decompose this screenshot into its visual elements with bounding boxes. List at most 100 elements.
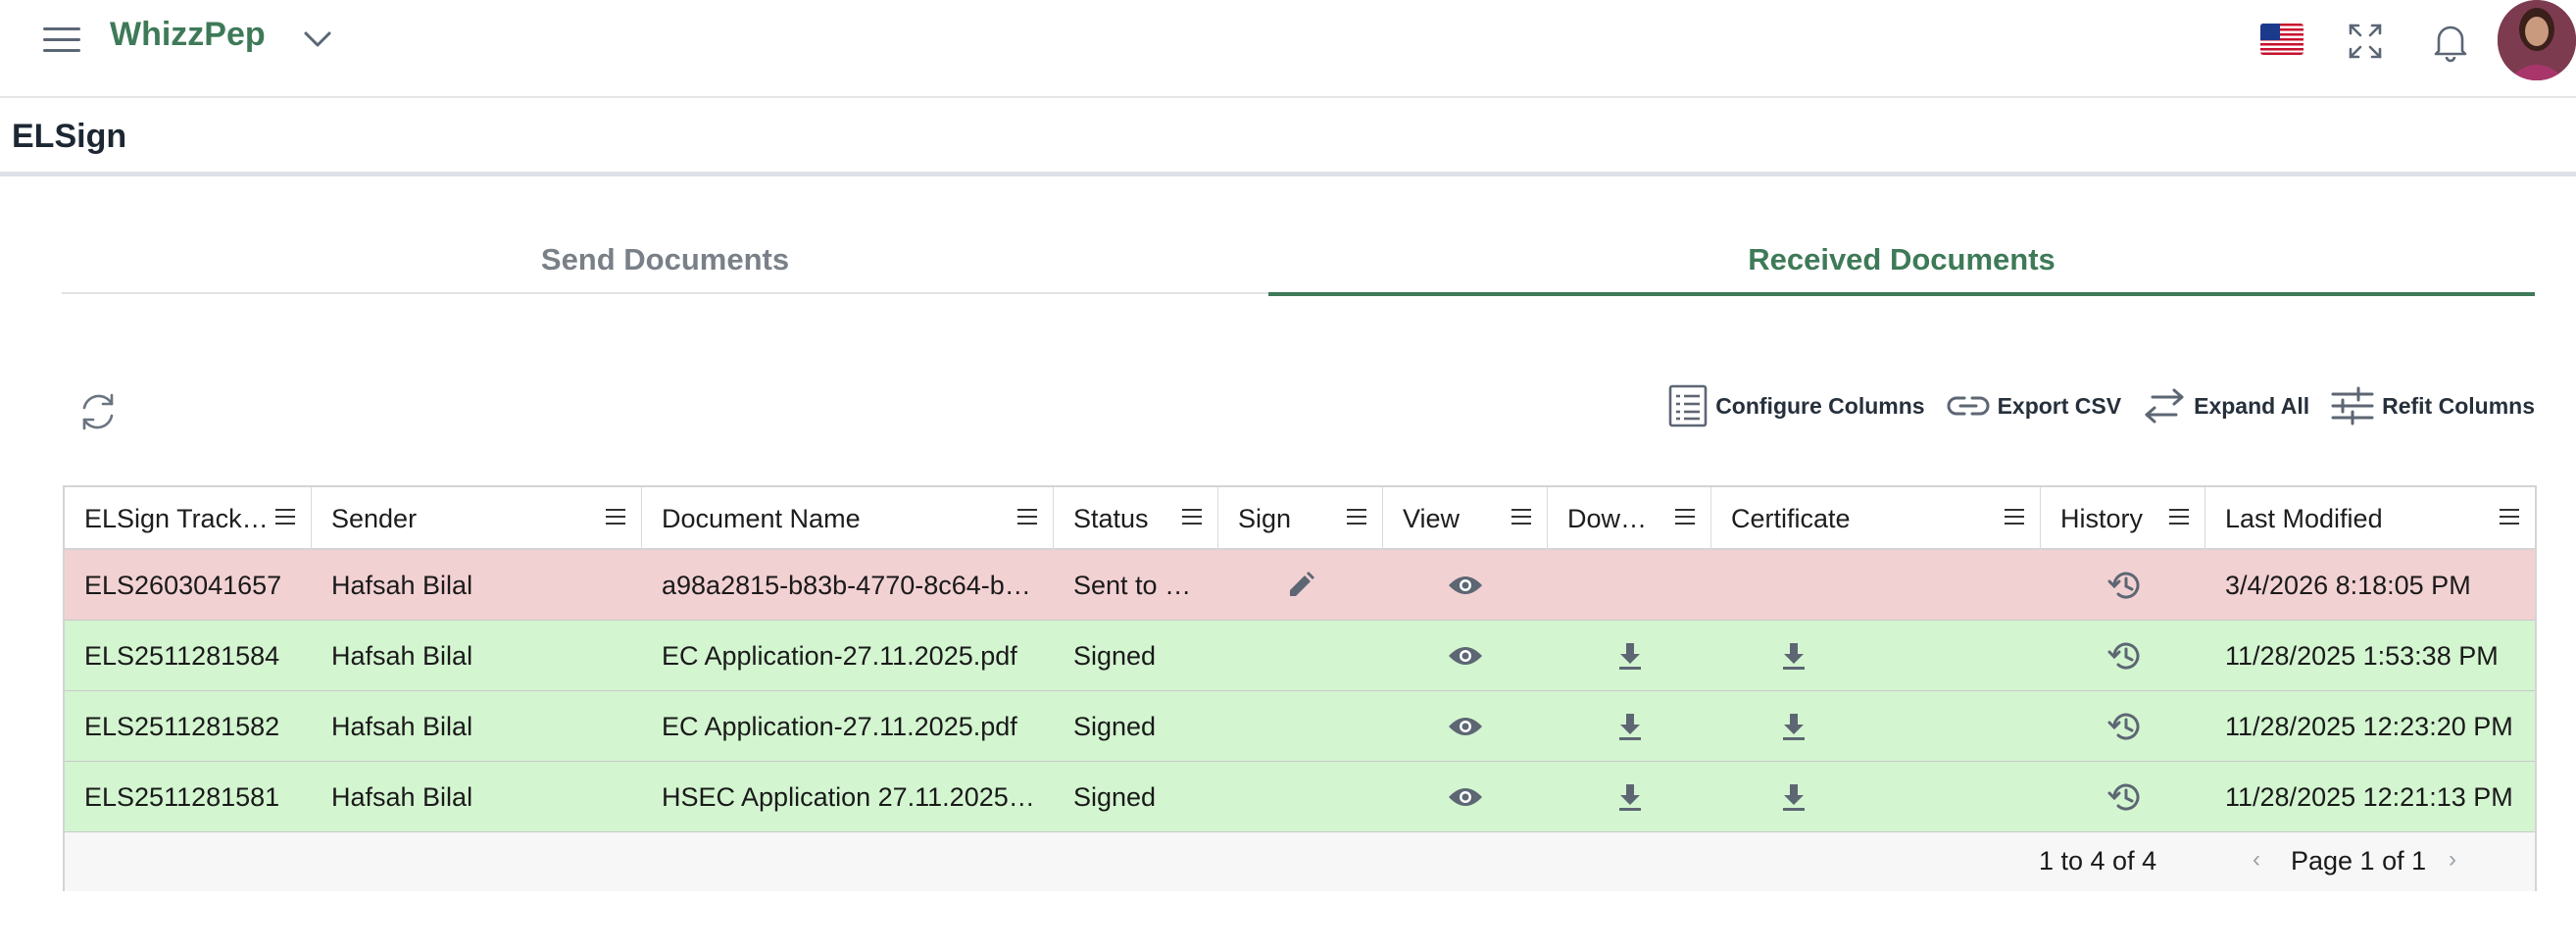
fullscreen-icon[interactable] [2347, 22, 2384, 61]
history-icon[interactable] [2106, 571, 2140, 600]
column-menu-icon[interactable] [1347, 509, 1366, 525]
column-header-certificate[interactable]: Certificate [1711, 487, 2041, 550]
sender-cell: Hafsah Bilal [331, 782, 473, 812]
configure-columns-label: Configure Columns [1715, 392, 1925, 419]
column-menu-icon[interactable] [1511, 509, 1531, 525]
download-cell [1548, 691, 1711, 762]
download-icon[interactable] [1617, 782, 1643, 812]
expand-all-label: Expand All [2194, 392, 2310, 419]
tracking-cell: ELS2511281582 [84, 712, 280, 741]
eye-icon[interactable] [1448, 715, 1483, 738]
eye-icon[interactable] [1448, 574, 1483, 597]
list-icon [1668, 384, 1708, 427]
column-menu-icon[interactable] [2500, 509, 2519, 525]
table-row[interactable]: ELS2511281584 Hafsah Bilal EC Applicatio… [65, 621, 2535, 691]
download-cell [1548, 762, 1711, 832]
status-cell: Signed [1073, 712, 1157, 741]
last-modified-cell: 11/28/2025 12:21:13 PM [2225, 782, 2513, 812]
link-icon [1947, 396, 1989, 416]
column-header-view[interactable]: View [1383, 487, 1548, 550]
export-csv-button[interactable]: Export CSV [1947, 391, 2122, 421]
column-header-history[interactable]: History [2041, 487, 2205, 550]
refresh-icon[interactable] [76, 390, 120, 433]
avatar[interactable] [2498, 0, 2576, 80]
swap-arrows-icon [2145, 388, 2184, 424]
column-header-status[interactable]: Status [1054, 487, 1218, 550]
bell-icon[interactable] [2431, 22, 2470, 63]
pencil-icon[interactable] [1286, 571, 1315, 600]
eye-icon[interactable] [1448, 644, 1483, 668]
column-menu-icon[interactable] [2169, 509, 2189, 525]
chevron-down-icon[interactable] [302, 27, 333, 51]
tracking-cell: ELS2511281581 [84, 782, 280, 812]
documents-grid: ELSign Track… Sender Document Name Statu… [63, 485, 2537, 891]
grid-toolbar: Configure Columns Export CSV Expand All … [1647, 382, 2535, 429]
expand-all-button[interactable]: Expand All [2143, 387, 2309, 425]
history-icon[interactable] [2106, 641, 2140, 671]
refit-columns-label: Refit Columns [2382, 392, 2535, 419]
view-cell [1383, 621, 1548, 691]
us-flag-icon[interactable] [2260, 24, 2304, 55]
sender-cell: Hafsah Bilal [331, 712, 473, 741]
refit-columns-button[interactable]: Refit Columns [2331, 386, 2535, 425]
top-bar: WhizzPep [0, 0, 2576, 98]
document-name-cell: a98a2815-b83b-4770-8c64-b… [662, 571, 1031, 600]
tab-send-documents[interactable]: Send Documents [62, 225, 1268, 294]
sender-cell: Hafsah Bilal [331, 641, 473, 671]
document-name-cell: EC Application-27.11.2025.pdf [662, 712, 1017, 741]
column-header-document-name[interactable]: Document Name [642, 487, 1054, 550]
brand-name: WhizzPep [110, 16, 266, 53]
download-icon[interactable] [1617, 641, 1643, 671]
menu-icon[interactable] [43, 27, 80, 57]
column-header-tracking[interactable]: ELSign Track… [65, 487, 312, 550]
download-icon[interactable] [1781, 712, 1807, 741]
column-menu-icon[interactable] [1182, 509, 1202, 525]
document-name-cell: HSEC Application 27.11.2025… [662, 782, 1035, 812]
next-page-icon[interactable]: › [2449, 846, 2456, 874]
grid-header: ELSign Track… Sender Document Name Statu… [65, 487, 2535, 550]
download-icon[interactable] [1617, 712, 1643, 741]
last-modified-cell: 11/28/2025 1:53:38 PM [2225, 641, 2499, 671]
certificate-cell [1711, 691, 1876, 762]
configure-columns-button[interactable]: Configure Columns [1668, 384, 1925, 427]
column-menu-icon[interactable] [2005, 509, 2024, 525]
history-cell [2041, 691, 2205, 762]
column-header-sign[interactable]: Sign [1218, 487, 1383, 550]
grid-footer: 1 to 4 of 4 ‹ Page 1 of 1 › [65, 832, 2535, 891]
document-name-cell: EC Application-27.11.2025.pdf [662, 641, 1017, 671]
column-menu-icon[interactable] [1017, 509, 1037, 525]
last-modified-cell: 3/4/2026 8:18:05 PM [2225, 571, 2471, 600]
page-title: ELSign [12, 118, 127, 155]
column-menu-icon[interactable] [1675, 509, 1695, 525]
export-csv-label: Export CSV [1997, 392, 2122, 419]
history-cell [2041, 621, 2205, 691]
history-icon[interactable] [2106, 782, 2140, 812]
tab-bar: Send Documents Received Documents [62, 225, 2535, 296]
last-modified-cell: 11/28/2025 12:23:20 PM [2225, 712, 2513, 741]
download-cell [1548, 621, 1711, 691]
previous-page-icon[interactable]: ‹ [2253, 846, 2260, 874]
column-menu-icon[interactable] [275, 509, 295, 525]
eye-icon[interactable] [1448, 785, 1483, 809]
tab-received-documents[interactable]: Received Documents [1268, 225, 2535, 296]
column-header-download[interactable]: Dow… [1548, 487, 1711, 550]
page-title-bar: ELSign [0, 100, 2576, 176]
table-row[interactable]: ELS2511281582 Hafsah Bilal EC Applicatio… [65, 691, 2535, 762]
history-cell [2041, 550, 2205, 621]
column-menu-icon[interactable] [606, 509, 625, 525]
download-icon[interactable] [1781, 641, 1807, 671]
tracking-cell: ELS2603041657 [84, 571, 282, 600]
column-header-last-modified[interactable]: Last Modified [2205, 487, 2535, 550]
history-cell [2041, 762, 2205, 832]
sender-cell: Hafsah Bilal [331, 571, 473, 600]
status-cell: Signed [1073, 641, 1157, 671]
status-cell: Sent to … [1073, 571, 1192, 600]
table-row[interactable]: ELS2603041657 Hafsah Bilal a98a2815-b83b… [65, 550, 2535, 621]
view-cell [1383, 550, 1548, 621]
history-icon[interactable] [2106, 712, 2140, 741]
row-count-summary: 1 to 4 of 4 [2039, 846, 2157, 876]
table-row[interactable]: ELS2511281581 Hafsah Bilal HSEC Applicat… [65, 762, 2535, 832]
column-header-sender[interactable]: Sender [312, 487, 642, 550]
certificate-cell [1711, 621, 1876, 691]
download-icon[interactable] [1781, 782, 1807, 812]
